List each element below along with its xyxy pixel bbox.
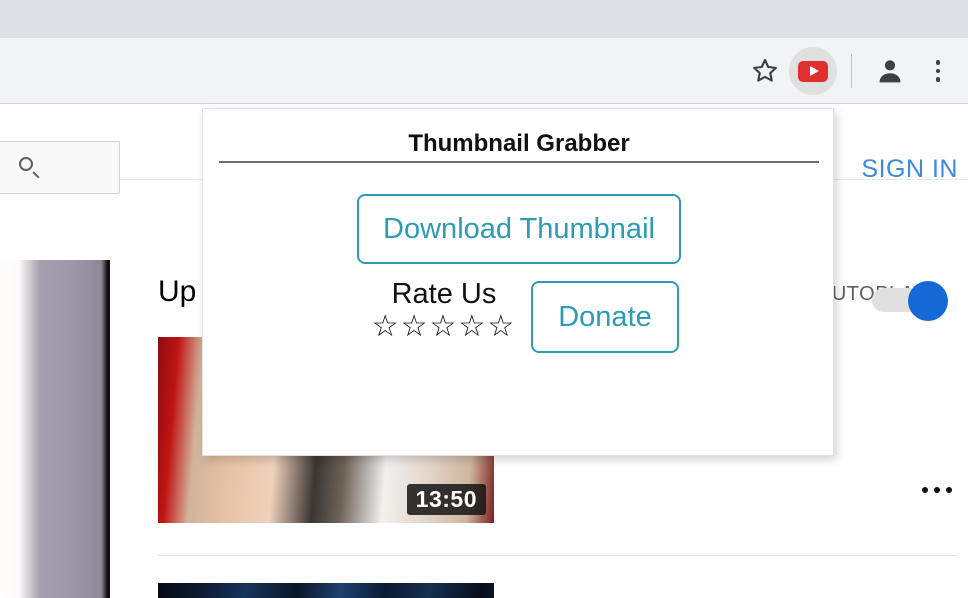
profile-button[interactable] bbox=[866, 47, 914, 95]
video-metadata bbox=[512, 583, 952, 591]
star-outline-icon bbox=[753, 58, 777, 82]
thumbnail-grabber-popup: Thumbnail Grabber Download Thumbnail Rat… bbox=[202, 108, 834, 456]
list-divider bbox=[158, 555, 958, 556]
video-duration-badge: 13:50 bbox=[406, 484, 486, 515]
rating-stars[interactable]: ☆☆☆☆☆ bbox=[351, 311, 537, 343]
toolbar-actions bbox=[741, 38, 962, 104]
sign-in-button[interactable]: SIGN IN bbox=[861, 155, 958, 184]
browser-tab-strip[interactable] bbox=[0, 0, 968, 38]
search-icon bbox=[18, 156, 42, 180]
browser-menu-button[interactable] bbox=[914, 47, 962, 95]
account-avatar-icon bbox=[879, 60, 901, 83]
three-dot-menu-icon bbox=[935, 60, 941, 82]
bookmark-button[interactable] bbox=[741, 47, 789, 95]
video-player[interactable] bbox=[0, 260, 110, 598]
youtube-extension-icon bbox=[798, 60, 828, 82]
download-thumbnail-button[interactable]: Download Thumbnail bbox=[357, 194, 681, 264]
donate-button[interactable]: Donate bbox=[531, 281, 679, 353]
autoplay-toggle[interactable] bbox=[872, 281, 948, 321]
search-submit-button[interactable] bbox=[0, 141, 120, 194]
popup-title-divider bbox=[219, 161, 819, 163]
video-thumbnail[interactable] bbox=[158, 583, 494, 598]
rate-us-block: Rate Us ☆☆☆☆☆ bbox=[351, 279, 537, 343]
popup-title: Thumbnail Grabber bbox=[408, 130, 630, 157]
play-triangle-icon bbox=[809, 66, 819, 76]
toolbar-separator bbox=[851, 54, 852, 88]
rate-us-label: Rate Us bbox=[391, 278, 497, 310]
autoplay-toggle-knob bbox=[908, 281, 948, 321]
more-options-icon[interactable] bbox=[922, 487, 952, 493]
youtube-extension-button[interactable] bbox=[789, 47, 837, 95]
